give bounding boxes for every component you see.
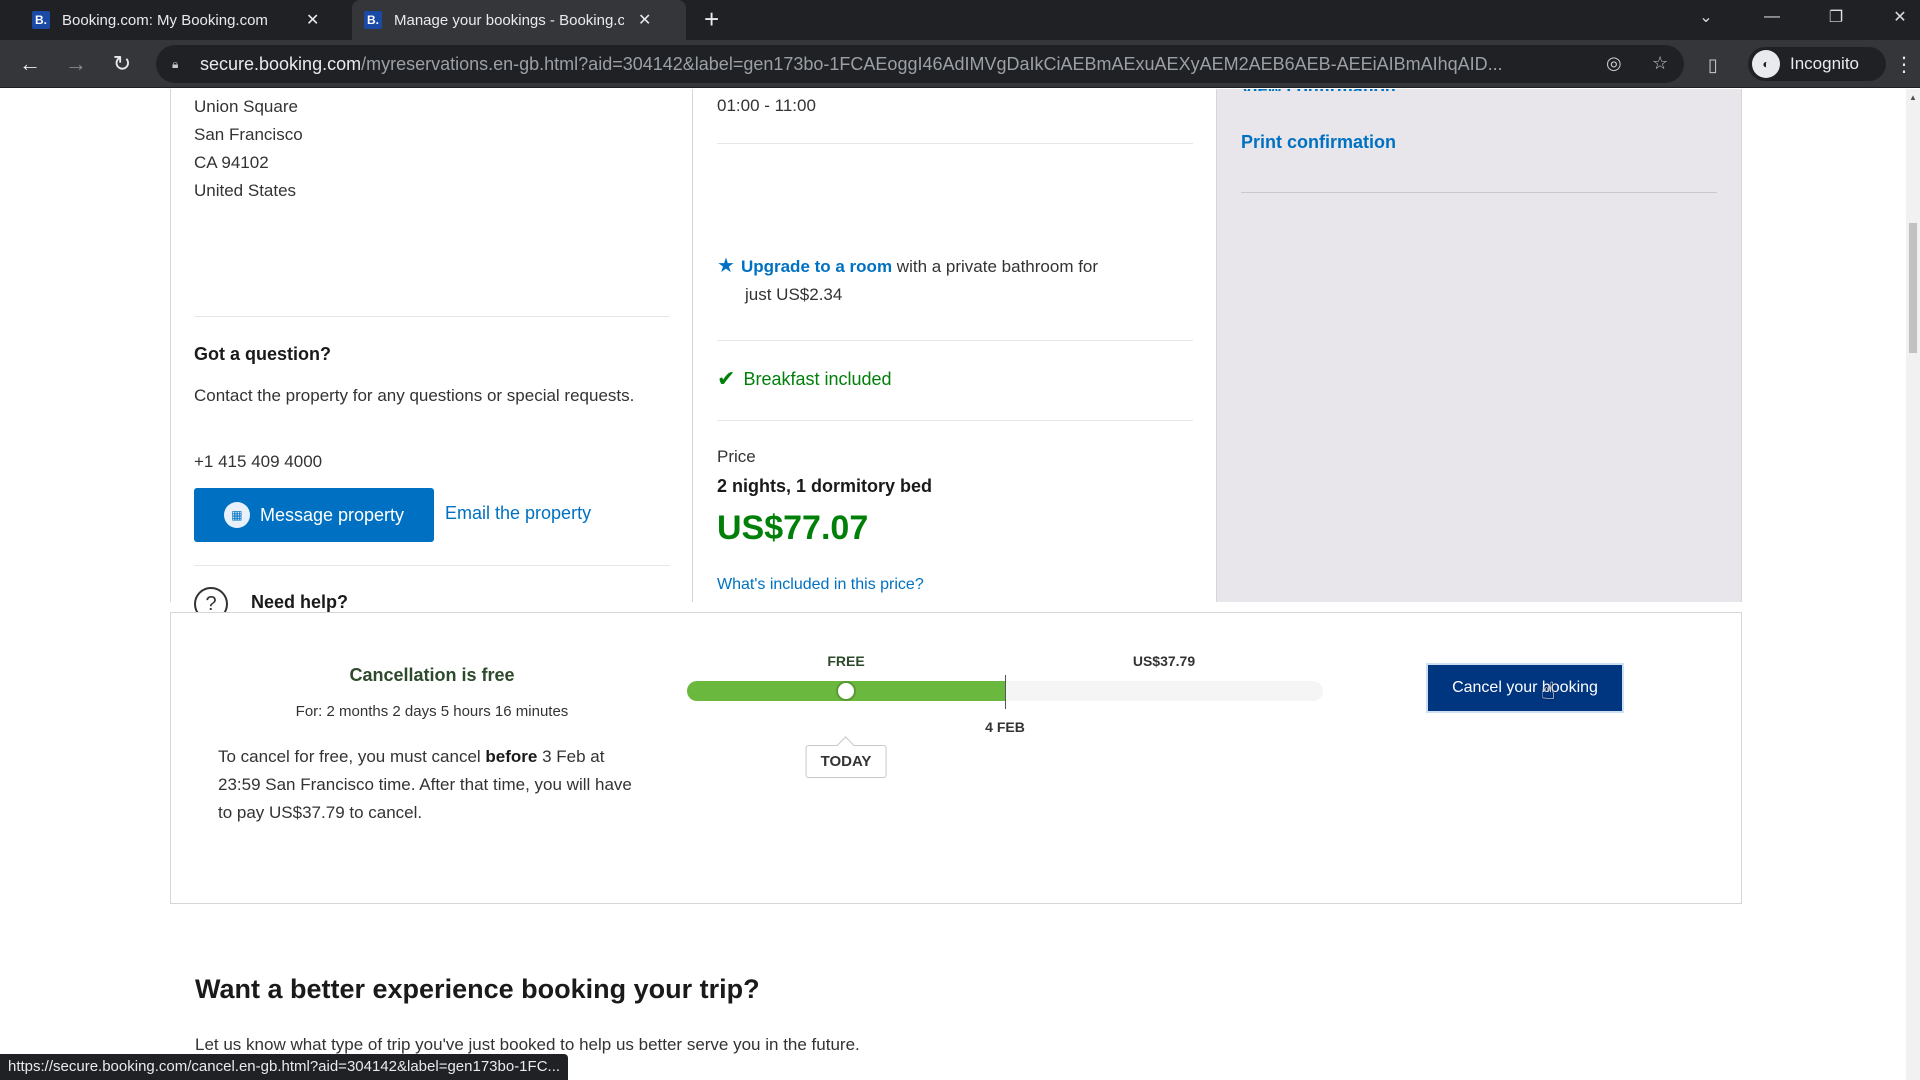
address-line: United States <box>194 181 297 200</box>
tab-my-booking[interactable]: B. Booking.com: My Booking.com ✕ <box>20 0 350 40</box>
hand-cursor-icon: ☝ <box>1541 678 1556 705</box>
price-label: Price <box>717 447 756 466</box>
profile-label: Incognito <box>1790 54 1859 73</box>
menu-icon[interactable]: ⋮ <box>1894 52 1914 77</box>
tab-title: Manage your bookings - Booking.com <box>394 11 624 29</box>
upgrade-price: just US$2.34 <box>745 285 843 304</box>
divider <box>1241 192 1717 193</box>
checkin-time: 01:00 - 11:00 <box>717 96 816 115</box>
upgrade-room-link[interactable]: Upgrade to a room <box>741 257 892 276</box>
divider <box>717 420 1193 421</box>
forward-icon[interactable]: → <box>60 48 92 80</box>
breakfast-label: Breakfast included <box>743 368 892 389</box>
property-column: Union Square San Francisco CA 94102 Unit… <box>171 89 693 652</box>
incognito-profile-button[interactable]: ◐ Incognito <box>1748 47 1886 81</box>
cancellation-duration: For: 2 months 2 days 5 hours 16 minutes <box>295 703 569 720</box>
status-bar-url: https://secure.booking.com/cancel.en-gb.… <box>0 1054 569 1080</box>
page-scrollbar[interactable]: ▲ <box>1906 89 1920 1080</box>
browser-toolbar: ← → ↻ 🔒︎ secure.booking.com/myreservatio… <box>0 40 1920 88</box>
property-phone: +1 415 409 4000 <box>194 452 323 471</box>
close-tab-icon[interactable]: ✕ <box>638 10 651 30</box>
close-tab-icon[interactable]: ✕ <box>306 10 319 30</box>
close-window-icon[interactable]: ✕ <box>1878 0 1920 34</box>
upgrade-text: with a private bathroom for <box>892 257 1099 276</box>
booking-favicon-icon: B. <box>32 11 50 29</box>
tab-search-icon[interactable]: ⌄ <box>1684 0 1728 34</box>
cancellation-timeline: FREE US$37.79 4 FEB TODAY <box>687 653 1323 778</box>
question-text: Contact the property for any questions o… <box>194 386 635 405</box>
timeline-today-label: TODAY <box>805 745 887 778</box>
email-property-link[interactable]: Email the property <box>445 503 591 524</box>
bookmark-star-icon[interactable]: ☆ <box>1652 53 1668 74</box>
star-icon: ★ <box>717 255 735 277</box>
back-icon[interactable]: ← <box>14 48 46 80</box>
print-confirmation-link[interactable]: Print confirmation <box>1241 132 1396 153</box>
booking-details-card: Union Square San Francisco CA 94102 Unit… <box>170 89 1742 652</box>
chat-building-icon: ▦ <box>223 502 250 528</box>
tracking-protection-icon[interactable]: ◎ <box>1606 53 1622 74</box>
price-description: 2 nights, 1 dormitory bed <box>717 476 933 496</box>
message-property-button[interactable]: ▦ Message property <box>194 488 434 542</box>
upgrade-offer: ★ Upgrade to a room with a private bathro… <box>717 252 1187 309</box>
divider <box>194 565 670 566</box>
stay-column: 01:00 - 11:00 ★ Upgrade to a room with a … <box>693 89 1217 602</box>
address-line: San Francisco <box>194 125 303 144</box>
scrollbar-thumb[interactable] <box>1909 223 1917 353</box>
message-property-label: Message property <box>259 504 405 525</box>
page-content: Union Square San Francisco CA 94102 Unit… <box>0 89 1900 1080</box>
actions-column: View confirmation Print confirmation <box>1217 89 1741 602</box>
side-panel-icon[interactable]: ▯ <box>1708 55 1718 76</box>
divider <box>194 316 670 317</box>
tab-bar: B. Booking.com: My Booking.com ✕ B. Mana… <box>0 0 1920 40</box>
tab-title: Booking.com: My Booking.com <box>62 11 268 29</box>
better-experience-text: Let us know what type of trip you've jus… <box>195 1035 860 1054</box>
view-confirmation-link[interactable]: View confirmation <box>1241 89 1396 91</box>
cancel-booking-button[interactable]: Cancel your booking <box>1426 663 1624 713</box>
restore-icon[interactable]: ❐ <box>1814 0 1858 34</box>
timeline-deadline-label: 4 FEB <box>985 719 1025 735</box>
url-text[interactable]: secure.booking.com/myreservations.en-gb.… <box>200 54 1600 75</box>
property-address: Union Square San Francisco CA 94102 Unit… <box>194 93 303 205</box>
divider <box>717 340 1193 341</box>
breakfast-included: ✔ Breakfast included <box>717 366 892 392</box>
need-help-heading: Need help? <box>251 592 349 612</box>
address-line: CA 94102 <box>194 153 269 172</box>
timeline-today-marker <box>836 681 856 701</box>
whats-included-link[interactable]: What's included in this price? <box>717 576 924 594</box>
booking-favicon-icon: B. <box>364 11 382 29</box>
incognito-icon: ◐ <box>1752 50 1780 78</box>
cancellation-policy-text: To cancel for free, you must cancel befo… <box>218 747 632 822</box>
cancellation-title: Cancellation is free <box>349 665 515 685</box>
price-amount: US$77.07 <box>717 509 869 547</box>
new-tab-button[interactable]: + <box>704 4 719 35</box>
scroll-up-icon[interactable]: ▲ <box>1909 93 1917 102</box>
minimize-icon[interactable]: — <box>1750 0 1794 34</box>
address-line: Union Square <box>194 97 298 116</box>
better-experience-heading: Want a better experience booking your tr… <box>195 974 760 1004</box>
reload-icon[interactable]: ↻ <box>106 48 138 80</box>
lock-icon: 🔒︎ <box>172 56 179 71</box>
tab-manage-bookings[interactable]: B. Manage your bookings - Booking.com ✕ <box>352 0 686 40</box>
address-bar[interactable]: 🔒︎ secure.booking.com/myreservations.en-… <box>156 45 1684 83</box>
timeline-free-label: FREE <box>827 653 865 669</box>
cancellation-card: Cancellation is free For: 2 months 2 day… <box>170 612 1742 904</box>
checkmark-icon: ✔ <box>717 366 736 391</box>
question-heading: Got a question? <box>194 344 331 364</box>
timeline-deadline-marker <box>1005 675 1006 709</box>
timeline-fee-label: US$37.79 <box>1132 653 1196 669</box>
divider <box>717 143 1193 144</box>
